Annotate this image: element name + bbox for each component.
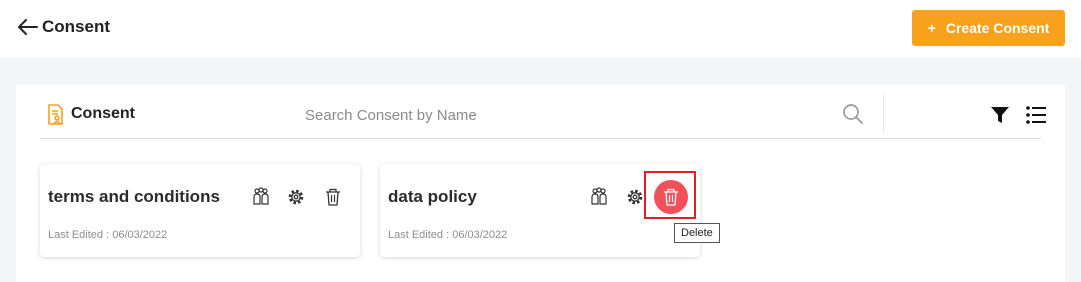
last-edited: Last Edited : 06/03/2022 <box>388 229 508 241</box>
create-consent-button[interactable]: + Create Consent <box>912 10 1065 46</box>
consent-document-icon <box>48 104 63 125</box>
panel-divider <box>40 138 1041 139</box>
toolbar-divider <box>883 95 884 133</box>
arrow-left-icon[interactable] <box>16 16 40 38</box>
search-icon[interactable] <box>842 103 864 125</box>
filter-icon[interactable] <box>990 105 1010 125</box>
plus-icon: + <box>927 20 936 36</box>
delete-tooltip: Delete <box>674 223 720 243</box>
highlight-box <box>644 171 696 219</box>
users-icon[interactable] <box>250 186 272 208</box>
top-bar: Consent + Create Consent <box>0 0 1081 58</box>
trash-icon[interactable] <box>322 186 344 208</box>
consent-panel: Consent terms and conditions <box>16 85 1065 282</box>
last-edited: Last Edited : 06/03/2022 <box>48 229 168 241</box>
settings-icon[interactable] <box>624 186 646 208</box>
users-icon[interactable] <box>588 186 610 208</box>
consent-card[interactable]: data policy Last Edited : 06/03/2022 <box>380 164 700 257</box>
consent-card[interactable]: terms and conditions Last Edited : 06/03… <box>40 164 360 257</box>
panel-title: Consent <box>71 105 135 122</box>
card-title: data policy <box>388 187 477 206</box>
page-title: Consent <box>42 17 110 36</box>
create-consent-label: Create Consent <box>945 20 1050 36</box>
list-view-icon[interactable] <box>1025 105 1047 125</box>
settings-icon[interactable] <box>285 186 307 208</box>
search-input[interactable] <box>303 101 837 129</box>
card-title: terms and conditions <box>48 187 220 206</box>
